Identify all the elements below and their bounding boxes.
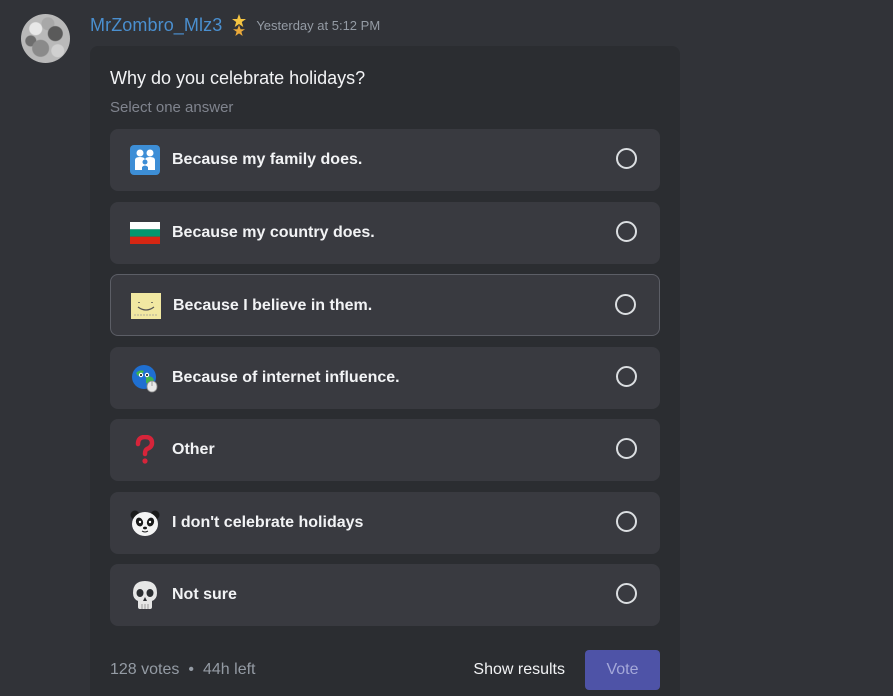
message-header: MrZombro_Mlz3 Yesterday at 5:12 PM — [90, 13, 380, 37]
username[interactable]: MrZombro_Mlz3 — [90, 15, 222, 36]
poll-card: Why do you celebrate holidays? Select on… — [90, 46, 680, 696]
vote-count: 128 votes — [110, 661, 180, 678]
answer-label: Because I believe in them. — [173, 297, 373, 314]
message: MrZombro_Mlz3 Yesterday at 5:12 PM Why d… — [0, 0, 893, 696]
answer-label: Not sure — [172, 586, 237, 603]
show-results-button[interactable]: Show results — [473, 661, 565, 679]
vote-button[interactable]: Vote — [585, 650, 660, 690]
radio-button[interactable] — [615, 294, 636, 315]
red-question-mark-icon — [129, 434, 161, 466]
poll-answer-family[interactable]: Because my family does. — [110, 129, 660, 191]
bulgaria-flag-icon — [129, 217, 161, 249]
radio-button[interactable] — [616, 365, 637, 387]
smiley-note-icon — [130, 290, 162, 322]
skull-icon — [129, 579, 161, 611]
globe-mouse-icon — [129, 362, 161, 394]
poll-hint: Select one answer — [110, 99, 234, 116]
family-emoji-icon — [129, 144, 161, 176]
poll-answers: Because my family does. Because my count… — [110, 129, 660, 637]
panda-icon — [129, 507, 161, 539]
poll-answer-dont-celebrate[interactable]: I don't celebrate holidays — [110, 491, 660, 554]
poll-meta: 128 votes • 44h left — [110, 661, 255, 679]
poll-question: Why do you celebrate holidays? — [110, 68, 366, 88]
poll-answer-other[interactable]: Other — [110, 419, 660, 481]
answer-label: Because my family does. — [172, 151, 363, 168]
star-badge-icon[interactable] — [231, 13, 247, 37]
answer-label: Because of internet influence. — [172, 368, 400, 386]
radio-button[interactable] — [616, 510, 637, 532]
radio-button[interactable] — [616, 438, 637, 459]
poll-answer-not-sure[interactable]: Not sure — [110, 564, 660, 626]
poll-footer: 128 votes • 44h left Show results Vote — [110, 650, 660, 690]
poll-answer-internet[interactable]: Because of internet influence. — [110, 346, 660, 409]
answer-label: Other — [172, 441, 215, 458]
timestamp: Yesterday at 5:12 PM — [256, 17, 381, 33]
time-left: 44h left — [203, 661, 256, 678]
poll-answer-country[interactable]: Because my country does. — [110, 201, 660, 264]
radio-button[interactable] — [616, 583, 637, 604]
separator-dot: • — [188, 661, 194, 678]
answer-label: Because my country does. — [172, 223, 375, 241]
poll-answer-believe[interactable]: Because I believe in them. — [110, 274, 660, 336]
radio-button[interactable] — [616, 220, 637, 242]
avatar[interactable] — [21, 14, 70, 63]
radio-button[interactable] — [616, 148, 637, 169]
answer-label: I don't celebrate holidays — [172, 513, 364, 531]
